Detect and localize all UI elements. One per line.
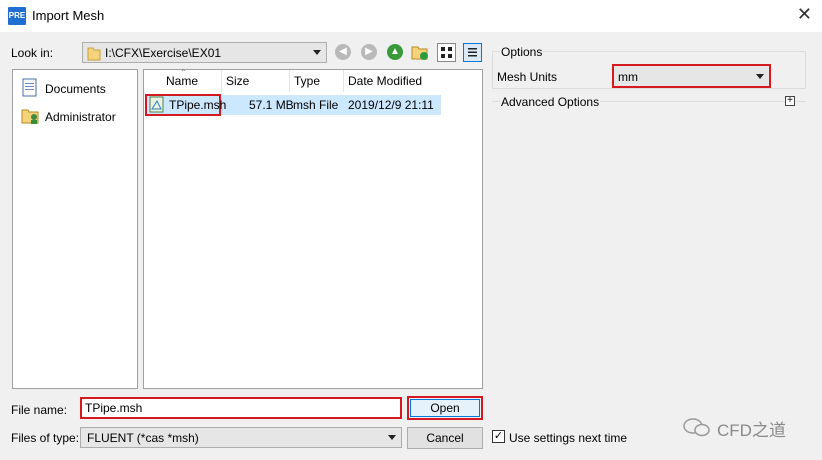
column-header-date[interactable]: Date Modified [344, 70, 482, 92]
use-settings-label: Use settings next time [509, 431, 628, 445]
file-name-input[interactable] [80, 397, 402, 419]
close-icon[interactable]: ✕ [797, 4, 812, 25]
look-in-label: Look in: [11, 46, 54, 60]
up-folder-icon[interactable]: ▲ [387, 44, 403, 60]
places-sidebar: Documents Administrator [12, 69, 138, 389]
mesh-units-combo[interactable]: mm [612, 64, 771, 88]
window-title: Import Mesh [32, 8, 105, 23]
chevron-down-icon [388, 435, 396, 440]
table-row[interactable]: TPipe.msh 57.1 MB msh File 2019/12/9 21:… [145, 94, 441, 116]
column-header-type[interactable]: Type [290, 70, 344, 92]
mesh-units-label: Mesh Units [497, 70, 558, 84]
chevron-down-icon [756, 74, 764, 79]
wechat-icon [683, 418, 710, 437]
file-size-cell: 57.1 MB [249, 98, 294, 112]
file-type-combo[interactable]: FLUENT (*cas *msh) [80, 427, 402, 448]
file-name-label: File name: [11, 403, 68, 417]
detail-view-button[interactable] [463, 43, 482, 62]
icon-view-button[interactable] [437, 43, 456, 62]
file-type-label: Files of type: [11, 431, 80, 445]
app-icon: PRE [8, 7, 26, 25]
file-type-value: FLUENT (*cas *msh) [87, 431, 199, 445]
file-name-cell: TPipe.msh [169, 98, 227, 112]
file-list: Name ⌃ Size Type Date Modified TPipe.msh… [143, 68, 483, 389]
open-button-label: Open [430, 401, 460, 415]
sidebar-item-label: Documents [45, 82, 106, 96]
column-header-name[interactable]: Name ⌃ [144, 68, 222, 92]
advanced-options-label[interactable]: Advanced Options [500, 95, 601, 109]
user-folder-icon [21, 109, 39, 124]
expand-icon[interactable]: + [785, 96, 795, 106]
folder-icon [87, 47, 101, 61]
column-header-size[interactable]: Size [222, 70, 290, 92]
back-icon[interactable]: ◀ [335, 44, 351, 60]
options-header: Options [500, 45, 544, 59]
watermark-text: CFD之道 [717, 421, 786, 440]
title-bar: PRE Import Mesh ✕ [0, 0, 822, 32]
grid-icon [441, 47, 452, 58]
use-settings-checkbox[interactable]: ✓ [492, 430, 505, 443]
look-in-combo[interactable]: I:\CFX\Exercise\EX01 [82, 42, 327, 63]
new-folder-icon[interactable] [411, 43, 429, 61]
mesh-file-icon [149, 96, 164, 113]
file-type-cell: msh File [293, 98, 339, 112]
list-icon [468, 48, 477, 57]
forward-icon[interactable]: ▶ [361, 44, 377, 60]
chevron-down-icon [313, 50, 321, 55]
documents-icon [22, 78, 37, 97]
dialog-body: Look in: I:\CFX\Exercise\EX01 ◀ ▶ ▲ Docu… [0, 32, 822, 460]
sort-chevron-icon: ⌃ [180, 68, 187, 77]
cancel-button[interactable]: Cancel [407, 427, 483, 449]
sidebar-item-label: Administrator [45, 110, 116, 124]
open-button[interactable]: Open [407, 396, 483, 420]
file-date-cell: 2019/12/9 21:11 [348, 98, 434, 112]
mesh-units-value: mm [618, 70, 638, 84]
look-in-path: I:\CFX\Exercise\EX01 [105, 46, 222, 60]
